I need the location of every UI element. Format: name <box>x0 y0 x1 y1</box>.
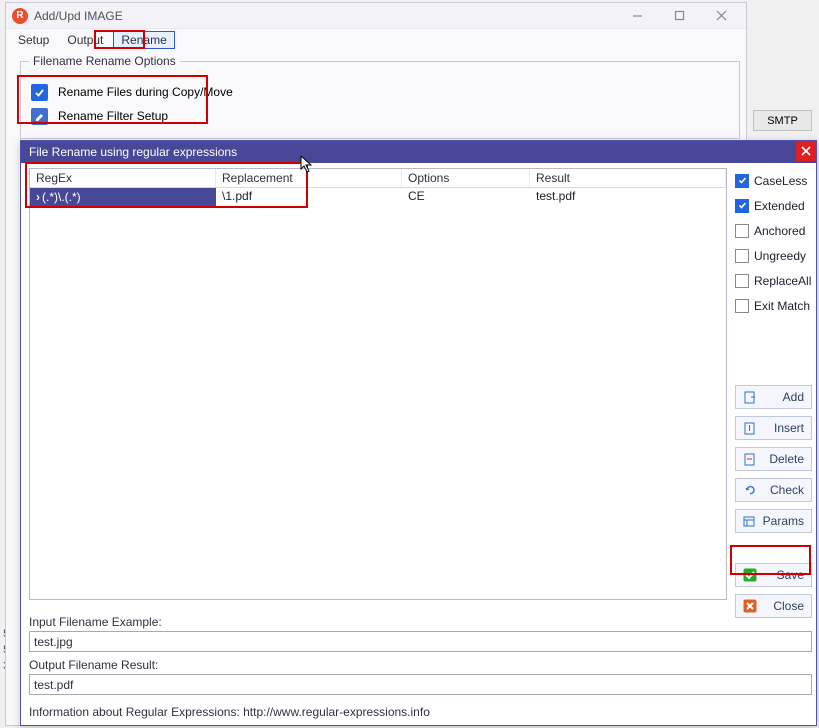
tab-rename[interactable]: Rename <box>113 31 174 49</box>
settings-icon <box>31 108 48 125</box>
regex-grid[interactable]: RegEx Replacement Options Result ›(.*)\.… <box>29 168 727 600</box>
minimize-button[interactable] <box>616 5 658 27</box>
save-button[interactable]: Save <box>735 563 812 587</box>
tab-output[interactable]: Output <box>59 31 111 49</box>
checkbox-unchecked-icon <box>735 299 749 313</box>
footer-info: Information about Regular Expressions: h… <box>29 705 812 719</box>
check-button[interactable]: Check <box>735 478 812 502</box>
dialog-buttons-panel: Add Insert Delete Check Params Save Clos… <box>735 385 812 618</box>
close-x-icon <box>743 599 757 613</box>
header-options[interactable]: Options <box>402 169 530 187</box>
delete-icon <box>743 452 757 466</box>
cell-result: test.pdf <box>530 188 726 206</box>
input-filename-field[interactable] <box>29 631 812 652</box>
dialog-close-button[interactable] <box>796 141 816 161</box>
cell-options[interactable]: CE <box>402 188 530 206</box>
delete-button[interactable]: Delete <box>735 447 812 471</box>
grid-row[interactable]: ›(.*)\.(.*) \1.pdf CE test.pdf <box>30 188 726 206</box>
checkbox-checked-icon <box>735 174 749 188</box>
titlebar: R Add/Upd IMAGE <box>6 3 746 29</box>
smtp-button[interactable]: SMTP <box>753 110 812 131</box>
checkbox-unchecked-icon <box>735 224 749 238</box>
option-extended[interactable]: Extended <box>735 193 812 218</box>
insert-button[interactable]: Insert <box>735 416 812 440</box>
filename-preview-fields: Input Filename Example: Output Filename … <box>29 615 812 719</box>
close-button[interactable] <box>700 5 742 27</box>
option-ungreedy[interactable]: Ungreedy <box>735 243 812 268</box>
save-check-icon <box>743 568 757 582</box>
maximize-button[interactable] <box>658 5 700 27</box>
params-button[interactable]: Params <box>735 509 812 533</box>
rename-filter-label: Rename Filter Setup <box>58 109 168 123</box>
refresh-icon <box>743 483 757 497</box>
dialog-titlebar: File Rename using regular expressions <box>21 141 816 163</box>
checkbox-checked-icon <box>735 199 749 213</box>
input-filename-label: Input Filename Example: <box>29 615 812 629</box>
params-icon <box>743 514 757 528</box>
add-icon <box>743 390 757 404</box>
option-exitmatch[interactable]: Exit Match <box>735 293 812 318</box>
cell-replacement[interactable]: \1.pdf <box>216 188 402 206</box>
groupbox-title: Filename Rename Options <box>29 54 180 68</box>
row-marker-icon: › <box>36 190 40 204</box>
cell-regex[interactable]: ›(.*)\.(.*) <box>30 188 216 206</box>
regex-dialog: File Rename using regular expressions Re… <box>20 140 817 726</box>
output-filename-field[interactable] <box>29 674 812 695</box>
dialog-title: File Rename using regular expressions <box>29 145 237 159</box>
tabs-row: Setup Output Rename <box>6 29 746 51</box>
header-regex[interactable]: RegEx <box>30 169 216 187</box>
regex-options-panel: CaseLess Extended Anchored Ungreedy Repl… <box>735 168 812 318</box>
checkbox-unchecked-icon <box>735 274 749 288</box>
header-result[interactable]: Result <box>530 169 726 187</box>
rename-filter-setup-button[interactable]: Rename Filter Setup <box>29 104 731 128</box>
tab-setup[interactable]: Setup <box>10 31 57 49</box>
app-icon: R <box>12 8 28 24</box>
insert-icon <box>743 421 757 435</box>
checkbox-checked-icon <box>31 84 48 101</box>
filename-rename-options-group: Filename Rename Options Rename Files dur… <box>20 61 740 139</box>
rename-files-label: Rename Files during Copy/Move <box>58 85 233 99</box>
option-anchored[interactable]: Anchored <box>735 218 812 243</box>
option-caseless[interactable]: CaseLess <box>735 168 812 193</box>
header-replacement[interactable]: Replacement <box>216 169 402 187</box>
checkbox-unchecked-icon <box>735 249 749 263</box>
add-button[interactable]: Add <box>735 385 812 409</box>
rename-files-checkbox-row[interactable]: Rename Files during Copy/Move <box>29 80 731 104</box>
option-replaceall[interactable]: ReplaceAll <box>735 268 812 293</box>
output-filename-label: Output Filename Result: <box>29 658 812 672</box>
window-title: Add/Upd IMAGE <box>34 9 616 23</box>
grid-header: RegEx Replacement Options Result <box>30 169 726 188</box>
